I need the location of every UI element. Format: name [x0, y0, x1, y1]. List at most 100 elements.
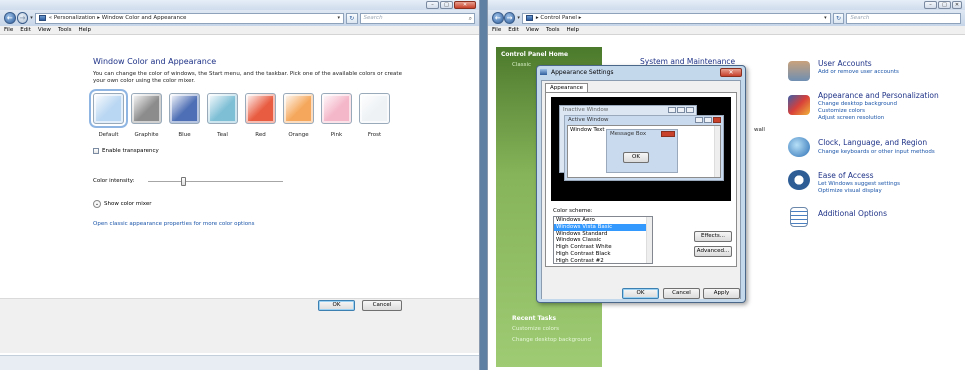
swatch-orange[interactable]: Orange	[283, 93, 314, 138]
menu-view[interactable]: View	[38, 27, 51, 33]
address-chevron-down-icon[interactable]: ▾	[824, 15, 827, 21]
user-accounts-icon[interactable]	[788, 61, 810, 81]
category-user-accounts[interactable]: User Accounts	[818, 59, 872, 68]
tab-appearance[interactable]: Appearance	[545, 83, 589, 92]
menu-view[interactable]: View	[526, 27, 539, 33]
additional-options-icon[interactable]	[790, 207, 808, 227]
scheme-list-item[interactable]: Windows Standard	[554, 231, 652, 238]
intensity-slider[interactable]	[148, 177, 283, 186]
cancel-button[interactable]: Cancel	[362, 300, 402, 311]
address-chevron-down-icon[interactable]: ▾	[337, 15, 340, 21]
maximize-button[interactable]: □	[938, 1, 951, 9]
recent-task-customize-colors[interactable]: Customize colors	[512, 326, 559, 332]
effects-button[interactable]: Effects...	[694, 231, 732, 242]
menu-edit[interactable]: Edit	[20, 27, 31, 33]
dialog-apply-button[interactable]: Apply	[703, 288, 740, 299]
minimize-button[interactable]: –	[924, 1, 937, 9]
category-clock-language-region[interactable]: Clock, Language, and Region	[818, 138, 927, 147]
menu-edit[interactable]: Edit	[508, 27, 519, 33]
scheme-list-item[interactable]: Windows Vista Basic	[554, 223, 652, 231]
link-windows-suggest-settings[interactable]: Let Windows suggest settings	[818, 181, 900, 188]
chevron-down-icon[interactable]: ⌄	[93, 200, 101, 208]
classic-appearance-link[interactable]: Open classic appearance properties for m…	[93, 221, 254, 227]
ease-of-access-icon[interactable]	[788, 170, 810, 190]
category-additional-options[interactable]: Additional Options	[818, 209, 887, 218]
scheme-list-item[interactable]: High Contrast White	[554, 244, 652, 251]
sidebar-home[interactable]: Control Panel Home	[501, 51, 568, 58]
address-bar[interactable]: ▸ Control Panel ▸ ▾	[521, 12, 831, 24]
advanced-button[interactable]: Advanced...	[694, 246, 732, 257]
menu-file[interactable]: File	[4, 27, 13, 33]
dialog-cancel-button[interactable]: Cancel	[663, 288, 700, 299]
ok-button[interactable]: OK	[318, 300, 355, 311]
scheme-list-item[interactable]: Windows Classic	[554, 237, 652, 244]
swatch-red[interactable]: Red	[245, 93, 276, 138]
menu-help[interactable]: Help	[567, 27, 580, 33]
swatch-frost[interactable]: Frost	[359, 93, 390, 138]
recent-task-desktop-background[interactable]: Change desktop background	[512, 337, 591, 343]
swatch-color-orange[interactable]	[283, 93, 314, 124]
transparency-row[interactable]: Enable transparency	[93, 148, 159, 154]
swatch-color-default[interactable]	[89, 89, 128, 128]
refresh-icon[interactable]: ↻	[345, 12, 358, 24]
breadcrumb: ▸ Control Panel ▸	[535, 15, 582, 21]
address-bar[interactable]: « Personalization ▸ Window Color and App…	[34, 12, 344, 24]
left-content: Window Color and Appearance You can chan…	[0, 35, 479, 335]
link-add-remove-users[interactable]: Add or remove user accounts	[818, 69, 899, 76]
dialog-close-icon[interactable]: ✕	[720, 68, 742, 77]
dialog-title-bar[interactable]: Appearance Settings ✕	[537, 66, 745, 79]
close-button[interactable]: ✕	[454, 1, 476, 9]
link-optimize-visual-display[interactable]: Optimize visual display	[818, 188, 882, 195]
left-status-bar	[0, 355, 479, 370]
forward-arrow-icon[interactable]: →	[503, 12, 516, 24]
recent-pages-chevron-icon[interactable]: ▾	[30, 15, 33, 21]
menu-file[interactable]: File	[492, 27, 501, 33]
swatch-color-red[interactable]	[245, 93, 276, 124]
scheme-list-scrollbar[interactable]	[646, 217, 652, 263]
scheme-list-item[interactable]: Windows Aero	[554, 217, 652, 224]
back-arrow-icon[interactable]: ←	[4, 12, 16, 24]
swatch-label: Blue	[178, 132, 191, 138]
link-desktop-background[interactable]: Change desktop background	[818, 101, 897, 108]
swatch-teal[interactable]: Teal	[207, 93, 238, 138]
swatch-color-blue[interactable]	[169, 93, 200, 124]
search-icon[interactable]: ⌕	[469, 14, 472, 23]
maximize-button[interactable]: □	[440, 1, 453, 9]
menu-tools[interactable]: Tools	[58, 27, 72, 33]
dialog-ok-button[interactable]: OK	[622, 288, 659, 299]
swatch-default[interactable]: Default	[89, 89, 128, 138]
swatch-color-frost[interactable]	[359, 93, 390, 124]
search-input[interactable]: Search	[846, 12, 962, 24]
swatch-color-graphite[interactable]	[131, 93, 162, 124]
category-ease-of-access[interactable]: Ease of Access	[818, 171, 874, 180]
menu-tools[interactable]: Tools	[546, 27, 560, 33]
color-mixer-toggle[interactable]: ⌄ Show color mixer	[93, 200, 152, 208]
forward-arrow-icon[interactable]: →	[16, 12, 29, 24]
left-nav-bar: ← → ▾ « Personalization ▸ Window Color a…	[0, 10, 479, 26]
scheme-list-item[interactable]: High Contrast #2	[554, 258, 652, 263]
swatch-color-pink[interactable]	[321, 93, 352, 124]
scheme-list-item[interactable]: High Contrast Black	[554, 251, 652, 258]
menu-help[interactable]: Help	[79, 27, 92, 33]
clock-language-region-icon[interactable]	[788, 137, 810, 157]
back-arrow-icon[interactable]: ←	[492, 12, 504, 24]
intensity-slider-thumb[interactable]	[180, 177, 186, 186]
search-placeholder: Search	[363, 14, 383, 21]
link-keyboards-input-methods[interactable]: Change keyboards or other input methods	[818, 149, 935, 156]
recent-pages-chevron-icon[interactable]: ▾	[517, 15, 520, 21]
color-scheme-list[interactable]: Windows Aero Windows Vista Basic Windows S…	[553, 216, 653, 264]
sidebar-classic-view[interactable]: Classic	[512, 62, 531, 68]
swatch-graphite[interactable]: Graphite	[131, 93, 162, 138]
swatch-blue[interactable]: Blue	[169, 93, 200, 138]
close-button[interactable]: ✕	[952, 1, 962, 9]
minimize-button[interactable]: –	[426, 1, 439, 9]
swatch-pink[interactable]: Pink	[321, 93, 352, 138]
link-customize-colors[interactable]: Customize colors	[818, 108, 865, 115]
swatch-color-teal[interactable]	[207, 93, 238, 124]
transparency-checkbox[interactable]	[93, 148, 99, 154]
search-input[interactable]: Search ⌕	[359, 12, 475, 24]
category-appearance-personalization[interactable]: Appearance and Personalization	[818, 91, 939, 100]
link-screen-resolution[interactable]: Adjust screen resolution	[818, 115, 884, 122]
appearance-personalization-icon[interactable]	[788, 95, 810, 115]
refresh-icon[interactable]: ↻	[832, 12, 845, 24]
